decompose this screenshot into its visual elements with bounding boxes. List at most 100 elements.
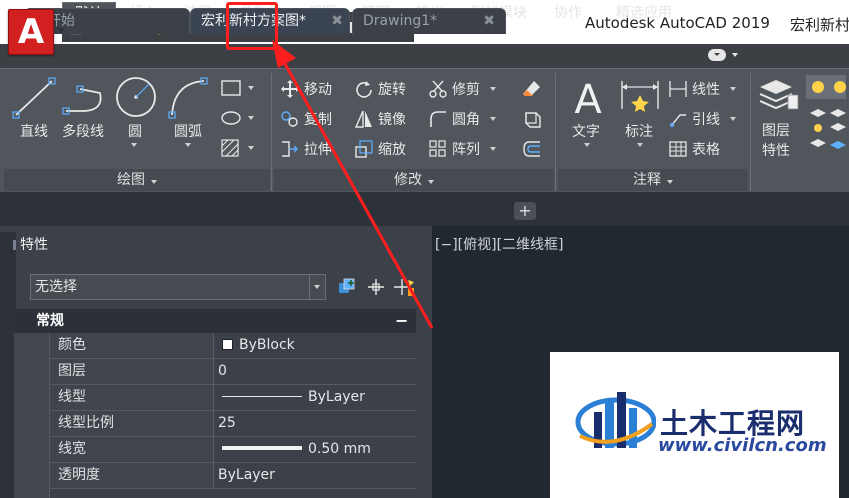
property-row-linetype-scale[interactable]: 线型比例 25 [50, 411, 416, 437]
close-tab-icon[interactable]: ✖ [331, 9, 343, 33]
copy-button[interactable]: 复制 [280, 107, 332, 131]
document-tab-bar [0, 192, 849, 226]
draw-panel-title[interactable]: 绘图 [4, 169, 270, 191]
stretch-button[interactable]: 拉伸 [280, 137, 332, 161]
fillet-label: 圆角 [452, 112, 480, 128]
property-name: 图层 [50, 359, 214, 384]
tab-drawing1[interactable]: Drawing1* ✖ [352, 8, 506, 34]
scale-button[interactable]: 缩放 [354, 137, 406, 161]
line-icon[interactable] [12, 75, 58, 121]
circle-icon[interactable] [114, 75, 158, 119]
close-tab-icon[interactable]: ✖ [483, 9, 495, 33]
draw-panel-label: 绘图 [117, 172, 145, 188]
property-row-lineweight[interactable]: 线宽 0.50 mm [50, 437, 416, 463]
application-menu-caret-icon[interactable] [57, 28, 65, 33]
text-dropdown-icon[interactable] [584, 143, 590, 147]
modify-panel-title[interactable]: 修改 [274, 169, 554, 191]
property-name: 颜色 [50, 333, 214, 358]
arc-button[interactable]: 圆弧 [174, 121, 202, 141]
selection-dropdown[interactable]: 无选择 [30, 274, 326, 300]
copy-icon [281, 111, 298, 127]
circle-dropdown-icon[interactable] [131, 143, 137, 147]
text-icon[interactable]: A [568, 75, 608, 119]
property-row-color[interactable]: 颜色 ByBlock [50, 333, 416, 359]
property-value[interactable]: 0 [216, 359, 416, 384]
layer-properties-button[interactable]: 图层 特性 [762, 121, 790, 161]
table-button[interactable]: 表格 [668, 137, 720, 161]
property-value[interactable]: ByBlock [216, 333, 416, 358]
layer-tools-icon[interactable] [806, 73, 849, 169]
arc-icon[interactable] [166, 75, 210, 119]
move-label: 移动 [304, 82, 332, 98]
minimize-ribbon-icon[interactable] [706, 48, 742, 62]
dimension-icon[interactable] [618, 77, 662, 117]
text-button[interactable]: 文字 [572, 121, 600, 141]
color-value: ByBlock [239, 337, 295, 353]
linear-dimension-icon [669, 81, 687, 97]
select-objects-icon[interactable] [365, 276, 387, 298]
linear-button[interactable]: 线性 [668, 77, 736, 101]
layer-properties-icon[interactable] [758, 77, 800, 113]
property-value[interactable]: 0.50 mm [216, 437, 416, 462]
dimension-dropdown-icon[interactable] [637, 143, 643, 147]
property-row-next [50, 489, 416, 498]
move-icon [281, 80, 299, 98]
rotate-label: 旋转 [378, 82, 406, 98]
property-row-linetype[interactable]: 线型 ByLayer [50, 385, 416, 411]
property-name: 线宽 [50, 437, 214, 462]
tab-featured-apps[interactable]: 精选应用 [602, 2, 686, 24]
selection-dropdown-caret[interactable] [309, 275, 325, 299]
property-value[interactable]: 25 [216, 411, 416, 436]
mirror-label: 镜像 [378, 112, 406, 128]
tab-collaborate[interactable]: 协作 [546, 2, 590, 24]
collapse-section-icon[interactable]: − [395, 309, 408, 333]
table-icon [669, 141, 687, 157]
scale-label: 缩放 [378, 142, 406, 158]
dimension-button[interactable]: 标注 [625, 121, 653, 141]
hatch-icon[interactable] [220, 139, 256, 157]
leader-button[interactable]: 引线 [668, 107, 736, 131]
layer-properties-label: 图层 [762, 123, 790, 139]
application-menu-button[interactable]: A [8, 9, 54, 55]
viewport-controls[interactable]: [−][俯视][二维线框] [435, 234, 564, 254]
property-category-strip [14, 333, 50, 498]
toggle-pickadd-icon[interactable] [336, 276, 358, 298]
modify-panel-label: 修改 [394, 172, 422, 188]
move-button[interactable]: 移动 [280, 77, 332, 101]
fillet-button[interactable]: 圆角 [428, 107, 496, 131]
polyline-icon[interactable] [62, 79, 110, 117]
erase-icon[interactable] [520, 77, 544, 101]
new-drawing-tab-button[interactable]: + [514, 202, 536, 220]
linetype-value: ByLayer [308, 389, 365, 405]
arc-dropdown-icon[interactable] [185, 143, 191, 147]
property-row-layer[interactable]: 图层 0 [50, 359, 416, 385]
leader-icon [670, 114, 686, 127]
circle-button[interactable]: 圆 [128, 121, 142, 141]
offset-icon[interactable] [520, 137, 544, 161]
palette-title-marker [13, 240, 16, 250]
leader-label: 引线 [692, 112, 720, 128]
property-value[interactable]: ByLayer [216, 463, 416, 488]
explode-icon[interactable] [520, 107, 544, 131]
mirror-icon [354, 110, 372, 128]
scale-icon [355, 140, 373, 158]
property-value[interactable]: ByLayer [216, 385, 416, 410]
property-row-transparency[interactable]: 透明度 ByLayer [50, 463, 416, 489]
general-section-header[interactable]: 常规 [14, 309, 416, 333]
trim-label: 修剪 [452, 82, 480, 98]
annotation-panel-title[interactable]: 注释 [558, 169, 748, 191]
polyline-button[interactable]: 多段线 [62, 121, 104, 141]
rectangle-icon[interactable] [220, 79, 256, 97]
ellipse-icon[interactable] [220, 109, 256, 127]
rotate-button[interactable]: 旋转 [354, 77, 406, 101]
trim-button[interactable]: 修剪 [428, 77, 496, 101]
tab-drawing1-label: Drawing1* [363, 13, 438, 29]
panel-divider [750, 73, 751, 191]
linear-label: 线性 [692, 82, 720, 98]
mirror-button[interactable]: 镜像 [354, 107, 406, 131]
array-button[interactable]: 阵列 [428, 137, 496, 161]
stretch-label: 拉伸 [304, 142, 332, 158]
line-button[interactable]: 直线 [20, 121, 48, 141]
lineweight-value: 0.50 mm [308, 441, 371, 457]
quick-select-icon[interactable] [394, 276, 416, 298]
